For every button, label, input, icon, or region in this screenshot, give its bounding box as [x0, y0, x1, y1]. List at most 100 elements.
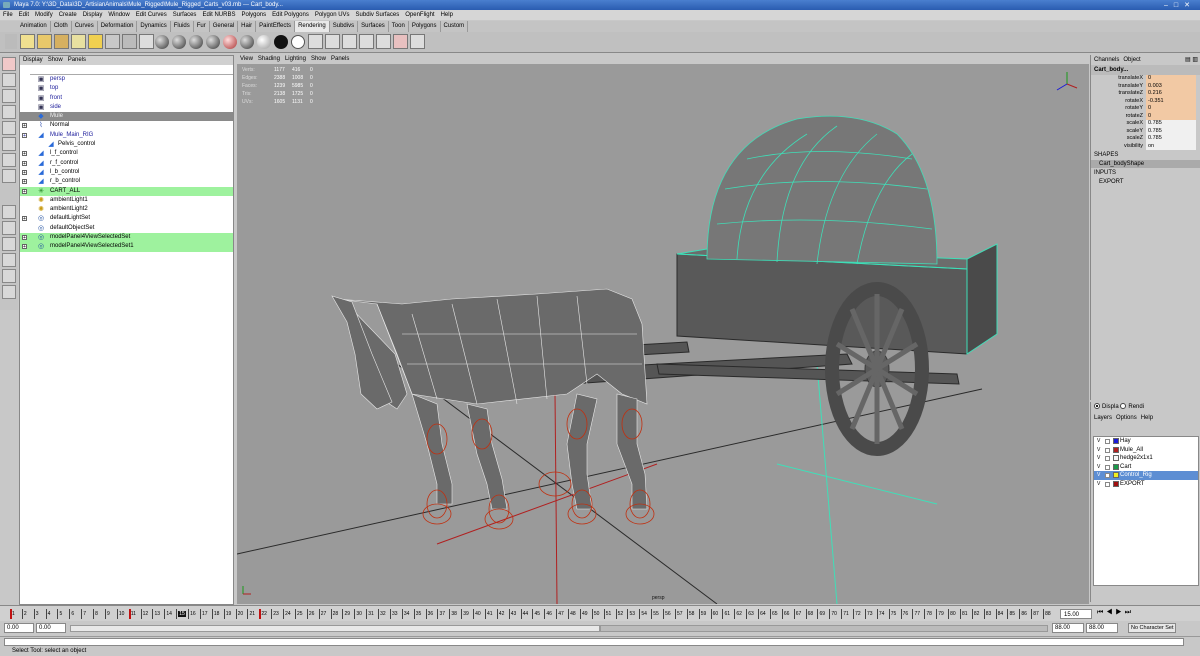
- tab-dynamics[interactable]: Dynamics: [137, 21, 171, 32]
- attribute-row[interactable]: scaleX 0.785: [1091, 120, 1200, 128]
- timeline-tick[interactable]: 76: [900, 608, 908, 620]
- move-tool-icon[interactable]: [2, 105, 16, 119]
- timeline-tick[interactable]: 77: [912, 608, 920, 620]
- layer-visibility-toggle[interactable]: V: [1097, 437, 1100, 446]
- outliner-item[interactable]: + ⌇ Normal: [20, 121, 233, 130]
- timeline-tick[interactable]: 54: [639, 608, 647, 620]
- outliner-item[interactable]: ✺ ambientLight1: [20, 196, 233, 205]
- expand-toggle-icon[interactable]: +: [22, 235, 27, 241]
- paint-icon[interactable]: [410, 34, 425, 49]
- timeline-tick[interactable]: 48: [568, 608, 576, 620]
- layer-playback-toggle[interactable]: [1105, 473, 1110, 478]
- expand-toggle-icon[interactable]: +: [22, 123, 27, 129]
- outliner-item[interactable]: + ◢ Mule_Main_RIG: [20, 131, 233, 140]
- outliner-menu-panels[interactable]: Panels: [68, 57, 86, 63]
- timeline-tick[interactable]: 7: [81, 608, 86, 620]
- viewport-menu-shading[interactable]: Shading: [258, 56, 280, 62]
- timeline-tick[interactable]: 14: [164, 608, 172, 620]
- attribute-row[interactable]: scaleZ 0.785: [1091, 135, 1200, 143]
- viewport-menu-show[interactable]: Show: [311, 56, 326, 62]
- menu-modify[interactable]: Modify: [35, 12, 53, 18]
- layout-single-icon[interactable]: [2, 205, 16, 219]
- perspective-viewport[interactable]: Verts: 1177 416 0 Edges: 2388 1008 0 Faces: 1239 5…: [237, 64, 1089, 604]
- timeline-tick[interactable]: 40: [473, 608, 481, 620]
- timeline-tick[interactable]: 29: [342, 608, 350, 620]
- timeline-tick[interactable]: 82: [971, 608, 979, 620]
- layer-visibility-toggle[interactable]: V: [1097, 446, 1100, 455]
- blinn-sphere-icon[interactable]: [155, 35, 169, 49]
- timeline-tick[interactable]: 78: [924, 608, 932, 620]
- layer-row[interactable]: V Control_Rig: [1094, 471, 1198, 480]
- menu-edit-curves[interactable]: Edit Curves: [136, 12, 167, 18]
- timeline-tick[interactable]: 12: [140, 608, 148, 620]
- timeline-tick[interactable]: 68: [805, 608, 813, 620]
- outliner-item[interactable]: + ◢ l_f_control: [20, 149, 233, 158]
- timeline-tick[interactable]: 73: [864, 608, 873, 620]
- timeline-tick[interactable]: 17: [199, 608, 208, 620]
- timeline-tick[interactable]: 62: [734, 608, 742, 620]
- last-tool-icon[interactable]: [2, 169, 16, 183]
- menu-create[interactable]: Create: [59, 12, 77, 18]
- tab-deformation[interactable]: Deformation: [98, 21, 138, 32]
- attribute-value[interactable]: on: [1146, 142, 1196, 150]
- layer-playback-toggle[interactable]: [1105, 447, 1110, 453]
- timeline-tick[interactable]: 41: [484, 608, 493, 620]
- expand-toggle-icon[interactable]: +: [22, 216, 27, 222]
- texture-icon[interactable]: [308, 34, 323, 49]
- selected-object-name[interactable]: Cart_body...: [1091, 65, 1200, 75]
- attribute-row[interactable]: rotateY 0: [1091, 105, 1200, 113]
- outliner-item[interactable]: + ◢ l_b_control: [20, 168, 233, 177]
- layer-playback-toggle[interactable]: [1105, 439, 1110, 444]
- layer-playback-toggle[interactable]: [1105, 464, 1110, 470]
- timeline-tick[interactable]: 21: [247, 608, 255, 620]
- timeline-tick[interactable]: 59: [698, 608, 706, 620]
- phong-sphere-icon[interactable]: [189, 35, 203, 49]
- tab-rendering[interactable]: Rendering: [295, 21, 330, 32]
- expand-toggle-icon[interactable]: +: [22, 188, 27, 194]
- layout-four-icon[interactable]: [2, 221, 16, 235]
- timeline-tick[interactable]: 70: [829, 608, 837, 620]
- tab-general[interactable]: General: [210, 21, 239, 32]
- attribute-row[interactable]: translateY 0.003: [1091, 82, 1200, 90]
- viewport-menu-lighting[interactable]: Lighting: [285, 56, 306, 62]
- ramp-sphere-icon[interactable]: [223, 35, 237, 49]
- layer-row[interactable]: V EXPORT: [1094, 480, 1198, 489]
- timeline-tick[interactable]: 85: [1007, 608, 1015, 620]
- directional-light-icon[interactable]: [105, 34, 120, 49]
- menu-edit[interactable]: Edit: [19, 12, 29, 18]
- attribute-row[interactable]: rotateX -0.351: [1091, 97, 1200, 105]
- timeline-tick[interactable]: 66: [781, 608, 789, 620]
- expand-toggle-icon[interactable]: +: [22, 151, 27, 157]
- timeline-tick[interactable]: 6: [69, 608, 74, 620]
- layer-visibility-toggle[interactable]: V: [1097, 471, 1100, 480]
- outliner-item[interactable]: + ◢ r_b_control: [20, 177, 233, 186]
- outliner-item[interactable]: ▣ front: [20, 94, 233, 103]
- outliner-menu-display[interactable]: Display: [23, 57, 43, 63]
- timeline-tick[interactable]: 58: [686, 608, 694, 620]
- layer-playback-toggle[interactable]: [1105, 481, 1110, 487]
- timeline-tick[interactable]: 1: [9, 608, 15, 620]
- tab-fluids[interactable]: Fluids: [171, 21, 194, 32]
- layer-color-swatch[interactable]: [1113, 455, 1119, 461]
- light-icon[interactable]: [37, 34, 52, 49]
- menu-surfaces[interactable]: Surfaces: [173, 12, 197, 18]
- timeline-tick[interactable]: 84: [995, 608, 1003, 620]
- timeline-tick[interactable]: 75: [888, 608, 896, 620]
- tab-toon[interactable]: Toon: [389, 21, 409, 32]
- layer-visibility-toggle[interactable]: V: [1097, 463, 1100, 472]
- end-time-field[interactable]: 88.00: [1086, 623, 1118, 633]
- menu-polygons[interactable]: Polygons: [241, 12, 266, 18]
- tab-fur[interactable]: Fur: [194, 21, 210, 32]
- timeline-tick[interactable]: 86: [1019, 608, 1027, 620]
- timeline-tick[interactable]: 47: [556, 608, 564, 620]
- layer-visibility-toggle[interactable]: V: [1097, 480, 1100, 489]
- timeline-tick[interactable]: 42: [496, 608, 504, 620]
- layer-color-swatch[interactable]: [1113, 463, 1119, 470]
- channel-box-menu-channels[interactable]: Channels: [1094, 57, 1119, 63]
- timeline-tick[interactable]: 69: [817, 608, 825, 620]
- outliner-item[interactable]: ✺ ambientLight2: [20, 205, 233, 214]
- layer-color-swatch[interactable]: [1113, 446, 1119, 453]
- tab-surfaces[interactable]: Surfaces: [358, 21, 389, 32]
- camera-icon[interactable]: [122, 34, 137, 49]
- timeline-ticks[interactable]: 1 2 3 4 5 6 7 8 9 10 11 12 13 14 15 16 17 18 19 20 21 22 23 24 2…: [6, 608, 1056, 620]
